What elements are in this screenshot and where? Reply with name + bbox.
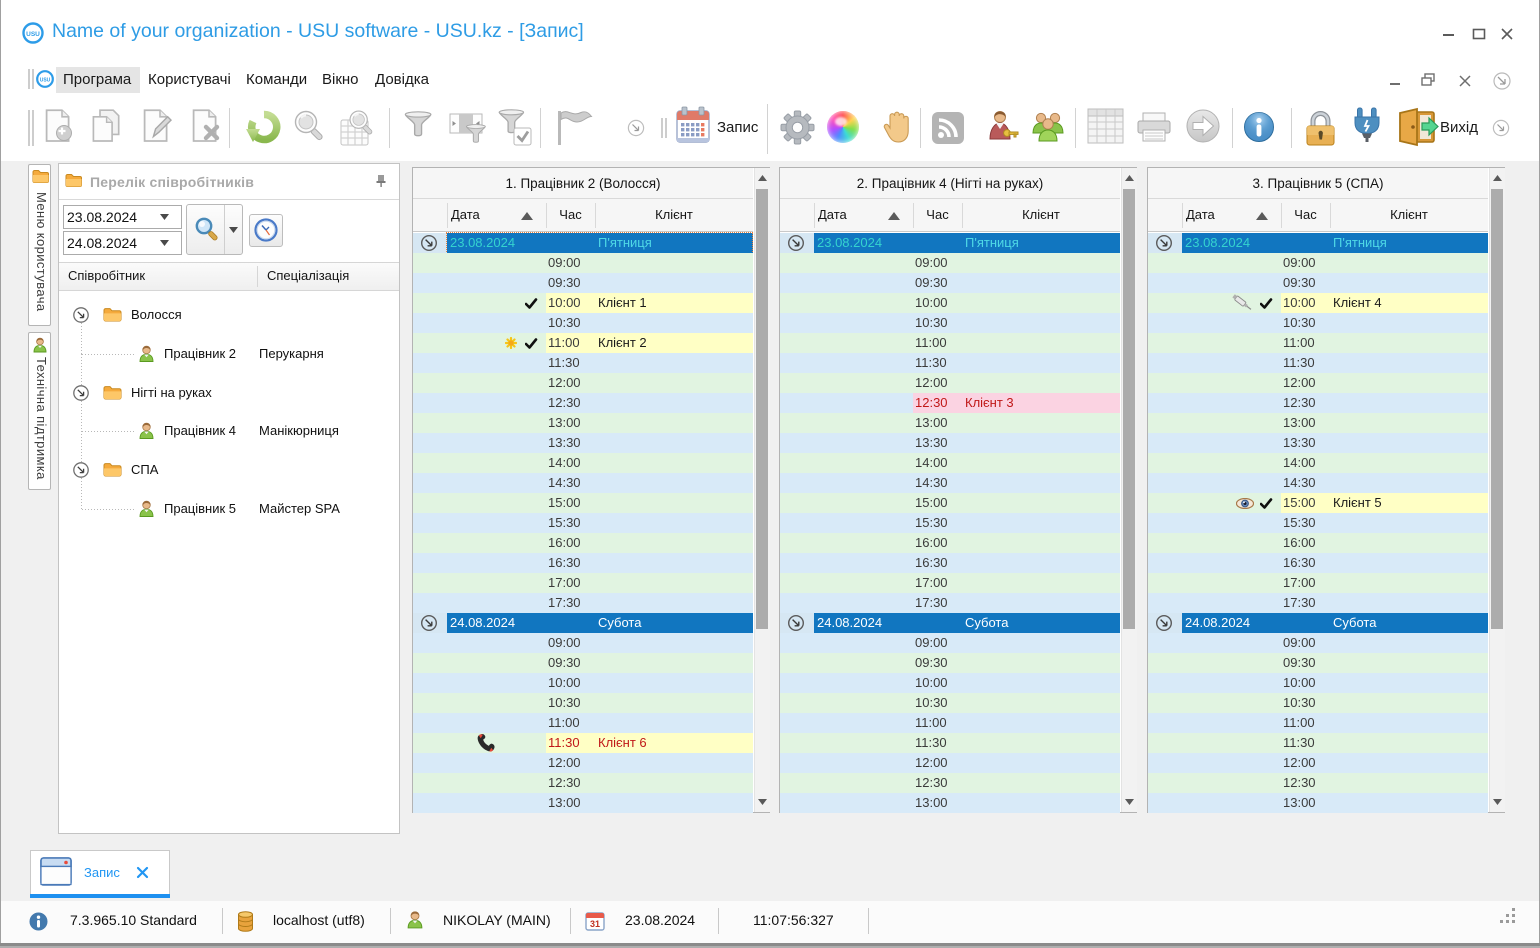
svg-text:USU: USU	[26, 31, 40, 38]
svg-text:USU: USU	[40, 78, 51, 84]
svg-text:31: 31	[590, 919, 600, 929]
